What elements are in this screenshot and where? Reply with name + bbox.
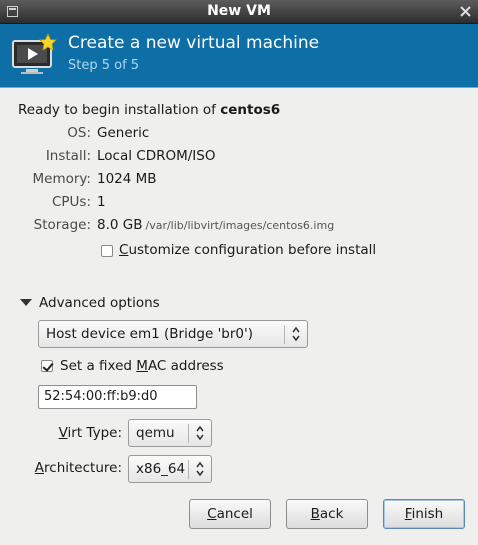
advanced-options-label: Advanced options	[39, 295, 160, 311]
storage-path: /var/lib/libvirt/images/centos6.img	[145, 219, 335, 232]
architecture-mnemonic: A	[34, 460, 45, 476]
fixed-mac-mnemonic: M	[136, 358, 148, 374]
virt-type-text: irt Type:	[67, 425, 122, 441]
customize-text: ustomize configuration before install	[128, 242, 377, 258]
title-bar[interactable]: New VM	[0, 0, 478, 24]
fixed-mac-label[interactable]: Set a fixed MAC address	[60, 358, 224, 374]
back-button[interactable]: Back	[286, 499, 368, 529]
expander-arrow-icon	[20, 298, 32, 306]
ready-text: Ready to begin installation of	[18, 102, 221, 118]
memory-value: 1024 MB	[97, 171, 157, 187]
cancel-text: ancel	[216, 506, 253, 522]
fixed-mac-prefix: Set a fixed	[60, 358, 137, 374]
new-vm-icon	[12, 33, 57, 74]
updown-arrows-icon	[196, 425, 204, 441]
architecture-text: rchitecture:	[44, 460, 122, 476]
finish-button[interactable]: Finish	[383, 499, 465, 529]
back-text: ack	[319, 506, 344, 522]
network-source-value: Host device em1 (Bridge 'br0')	[46, 326, 253, 342]
close-icon[interactable]	[459, 5, 472, 18]
fixed-mac-rest: AC address	[147, 358, 224, 374]
cancel-mnemonic: C	[207, 506, 217, 522]
storage-size: 8.0 GB	[97, 217, 143, 233]
advanced-options-expander[interactable]: Advanced options	[20, 295, 160, 311]
install-label: Install:	[45, 148, 91, 164]
storage-label: Storage:	[33, 217, 91, 233]
storage-value: 8.0 GB/var/lib/libvirt/images/centos6.im…	[97, 217, 334, 233]
updown-arrows-icon	[196, 461, 204, 477]
memory-label: Memory:	[32, 171, 91, 187]
architecture-combo[interactable]: x86_64	[128, 455, 212, 483]
install-value: Local CDROM/ISO	[97, 148, 216, 164]
step-indicator: Step 5 of 5	[68, 58, 140, 73]
architecture-label: Architecture:	[0, 460, 122, 476]
mac-address-value: 52:54:00:ff:b9:d0	[44, 389, 158, 404]
finish-mnemonic: F	[404, 506, 412, 522]
vm-name: centos6	[220, 102, 281, 118]
os-value: Generic	[97, 125, 150, 141]
combo-separator	[188, 460, 189, 479]
virt-type-value: qemu	[136, 425, 175, 441]
cpus-value: 1	[97, 194, 106, 210]
virt-type-combo[interactable]: qemu	[128, 419, 212, 447]
architecture-value: x86_64	[136, 461, 186, 477]
header-title: Create a new virtual machine	[68, 33, 320, 53]
os-label: OS:	[67, 125, 91, 141]
back-mnemonic: B	[310, 506, 320, 522]
fixed-mac-checkbox[interactable]	[41, 360, 53, 372]
combo-separator	[284, 325, 285, 344]
combo-separator	[188, 424, 189, 443]
virt-type-label: Virt Type:	[0, 425, 122, 441]
window-title: New VM	[207, 3, 271, 19]
virt-type-mnemonic: V	[58, 425, 68, 441]
header-banner: Create a new virtual machine Step 5 of 5	[0, 24, 478, 88]
customize-checkbox[interactable]	[101, 245, 113, 257]
finish-text: inish	[411, 506, 444, 522]
cancel-button[interactable]: Cancel	[189, 499, 271, 529]
ready-summary: Ready to begin installation of centos6	[18, 102, 280, 118]
updown-arrows-icon	[292, 326, 300, 342]
network-source-combo[interactable]: Host device em1 (Bridge 'br0')	[38, 320, 308, 348]
mac-address-input[interactable]: 52:54:00:ff:b9:d0	[38, 385, 197, 409]
customize-label[interactable]: Customize configuration before install	[119, 242, 376, 258]
cpus-label: CPUs:	[51, 194, 91, 210]
